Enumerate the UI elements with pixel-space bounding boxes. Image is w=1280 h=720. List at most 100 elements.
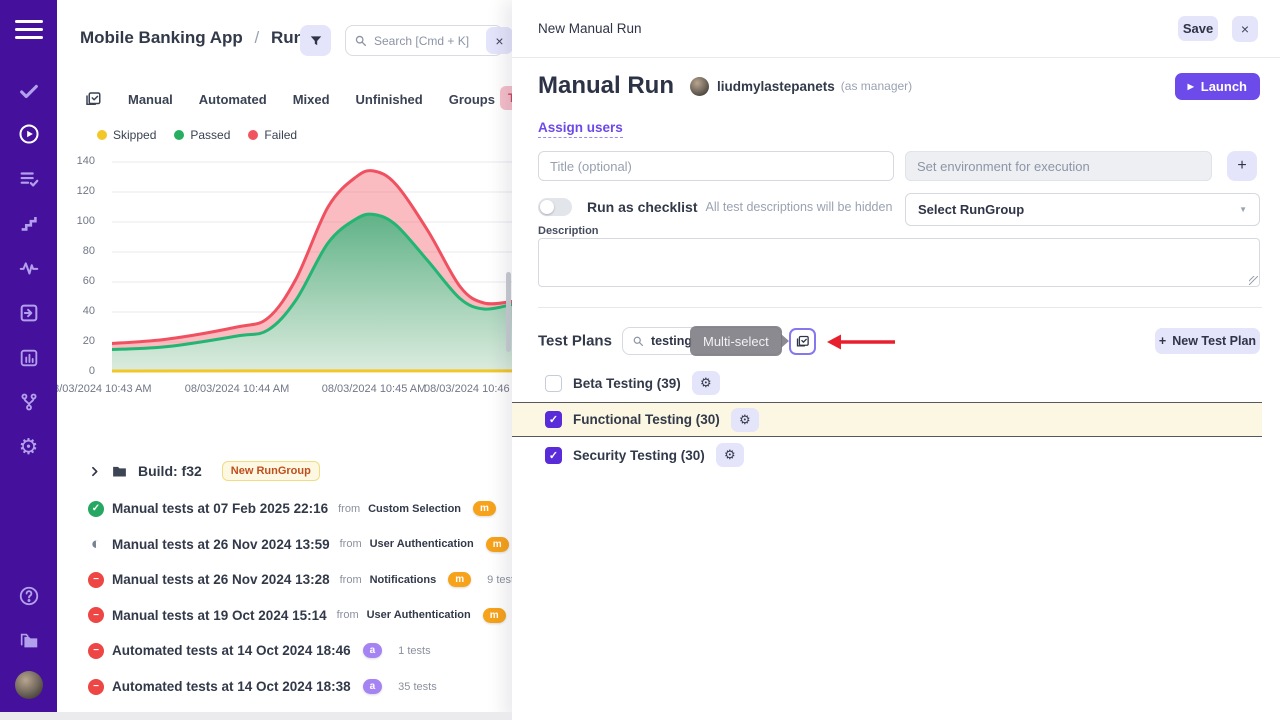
gear-icon[interactable]: ⚙ (19, 436, 39, 458)
search-input[interactable] (374, 34, 494, 48)
test-plan-name[interactable]: Beta Testing (39) (573, 376, 681, 391)
run-title[interactable]: Manual tests at 07 Feb 2025 22:16 (112, 501, 328, 516)
trash-tab-badge[interactable]: T (500, 86, 512, 110)
tab-unfinished[interactable]: Unfinished (356, 92, 423, 107)
y-axis-label: 40 (61, 305, 95, 317)
gear-icon[interactable]: ⚙ (716, 443, 744, 467)
breadcrumb-project[interactable]: Mobile Banking App (80, 28, 243, 47)
folder-icon (111, 463, 128, 480)
environment-input[interactable] (905, 151, 1212, 181)
chevron-right-icon[interactable] (88, 465, 101, 478)
global-search (345, 25, 503, 56)
user-avatar[interactable] (15, 671, 43, 699)
panel-close-button[interactable]: × (486, 27, 512, 54)
status-failed-icon: − (88, 679, 104, 695)
run-tests-count: 35 tests (398, 681, 437, 693)
y-axis-label: 0 (61, 365, 95, 377)
legend-item[interactable]: Passed (174, 128, 230, 142)
search-icon (354, 34, 367, 47)
check-icon[interactable] (18, 80, 40, 102)
gear-icon[interactable]: ⚙ (731, 408, 759, 432)
legend-item[interactable]: Skipped (97, 128, 156, 142)
x-axis-label: 08/03/2024 10:44 AM (172, 383, 302, 395)
run-type-badge: m (486, 537, 509, 552)
run-row[interactable]: ◐Manual tests at 26 Nov 2024 13:59fromUs… (57, 532, 512, 557)
run-title[interactable]: Automated tests at 14 Oct 2024 18:46 (112, 643, 351, 658)
funnel-icon (309, 34, 323, 48)
run-row[interactable]: −Manual tests at 26 Nov 2024 13:28fromNo… (57, 567, 512, 592)
play-circle-icon[interactable] (18, 123, 40, 145)
chevron-down-icon: ▼ (1239, 205, 1247, 214)
breadcrumb: Mobile Banking App / Runs (80, 28, 313, 48)
run-title-input[interactable] (538, 151, 894, 181)
legend-item[interactable]: Failed (248, 128, 297, 142)
run-as-checklist-toggle[interactable] (538, 198, 572, 216)
list-check-icon[interactable] (18, 168, 40, 190)
run-tests-count: 9 tests (487, 574, 512, 586)
section-divider (538, 307, 1262, 308)
new-rungroup-badge: New RunGroup (222, 461, 320, 481)
status-passed-icon: ✓ (88, 501, 104, 517)
run-row[interactable]: ✓Manual tests at 07 Feb 2025 22:16fromCu… (57, 496, 512, 521)
test-plan-name[interactable]: Security Testing (30) (573, 448, 705, 463)
y-axis-label: 120 (61, 185, 95, 197)
test-plan-checkbox[interactable]: ✓ (545, 447, 562, 464)
multi-select-icon (795, 334, 810, 349)
filter-button[interactable] (300, 25, 331, 56)
app-sidebar: ⚙ (0, 0, 57, 720)
menu-icon[interactable] (15, 15, 43, 44)
tab-groups[interactable]: Groups (449, 92, 495, 107)
rungroup-row[interactable]: Build: f32 New RunGroup (57, 458, 512, 484)
test-plan-row: Beta Testing (39) ⚙ (512, 369, 1262, 397)
test-plan-row: ✓ Functional Testing (30) ⚙ (512, 402, 1262, 437)
run-row[interactable]: −Automated tests at 14 Oct 2024 18:38a35… (57, 674, 512, 699)
bar-chart-icon[interactable] (18, 347, 40, 369)
test-plan-row: ✓ Security Testing (30) ⚙ (512, 441, 1262, 469)
multi-select-icon[interactable] (84, 90, 102, 108)
assign-users-link[interactable]: Assign users (538, 120, 623, 138)
import-icon[interactable] (18, 302, 40, 324)
new-manual-run-drawer: New Manual Run Save × Manual Run liudmyl… (512, 0, 1280, 720)
y-axis-label: 80 (61, 245, 95, 257)
page-title: Manual Run (538, 72, 674, 100)
x-axis-label: 08/03/2024 10:45 AM (309, 383, 439, 395)
run-title[interactable]: Manual tests at 26 Nov 2024 13:59 (112, 537, 330, 552)
branch-icon[interactable] (18, 391, 40, 413)
description-textarea[interactable] (538, 238, 1260, 287)
projects-icon[interactable] (18, 630, 40, 652)
close-icon[interactable]: × (1232, 16, 1258, 42)
run-title[interactable]: Automated tests at 14 Oct 2024 18:38 (112, 679, 351, 694)
status-in_progress-icon: ◐ (88, 536, 104, 552)
steps-icon[interactable] (18, 212, 40, 234)
test-plan-name[interactable]: Functional Testing (30) (573, 412, 720, 427)
new-test-plan-button[interactable]: + New Test Plan (1155, 328, 1260, 354)
run-row[interactable]: −Automated tests at 14 Oct 2024 18:46a1 … (57, 638, 512, 663)
rungroup-label[interactable]: Build: f32 (138, 463, 202, 479)
pulse-icon[interactable] (18, 257, 40, 279)
test-plan-checkbox[interactable]: ✓ (545, 411, 562, 428)
gear-icon[interactable]: ⚙ (692, 371, 720, 395)
drawer-title: New Manual Run (538, 21, 642, 36)
runs-panel: Mobile Banking App / Runs × Manual Automa… (57, 0, 512, 720)
runs-chart: SkippedPassedFailed 020406080100120140 0… (57, 122, 512, 407)
save-button[interactable]: Save (1178, 16, 1218, 41)
add-environment-button[interactable]: + (1227, 151, 1257, 181)
run-row[interactable]: −Manual tests at 19 Oct 2024 15:14fromUs… (57, 603, 512, 628)
launch-button[interactable]: ▶ Launch (1175, 73, 1260, 100)
test-plan-checkbox[interactable] (545, 375, 562, 392)
tab-manual[interactable]: Manual (128, 92, 173, 107)
run-title[interactable]: Manual tests at 26 Nov 2024 13:28 (112, 572, 330, 587)
help-icon[interactable] (18, 585, 40, 607)
run-from-label: from (340, 574, 362, 586)
checklist-hint: All test descriptions will be hidden (706, 200, 893, 214)
status-failed-icon: − (88, 643, 104, 659)
rungroup-select[interactable]: Select RunGroup ▼ (905, 193, 1260, 226)
multi-select-button[interactable] (789, 328, 816, 355)
test-plans-heading: Test Plans (538, 333, 612, 350)
run-title[interactable]: Manual tests at 19 Oct 2024 15:14 (112, 608, 327, 623)
tab-mixed[interactable]: Mixed (293, 92, 330, 107)
status-failed-icon: − (88, 607, 104, 623)
tab-automated[interactable]: Automated (199, 92, 267, 107)
panel-scrollbar[interactable] (506, 272, 511, 352)
run-source: User Authentication (367, 609, 471, 621)
